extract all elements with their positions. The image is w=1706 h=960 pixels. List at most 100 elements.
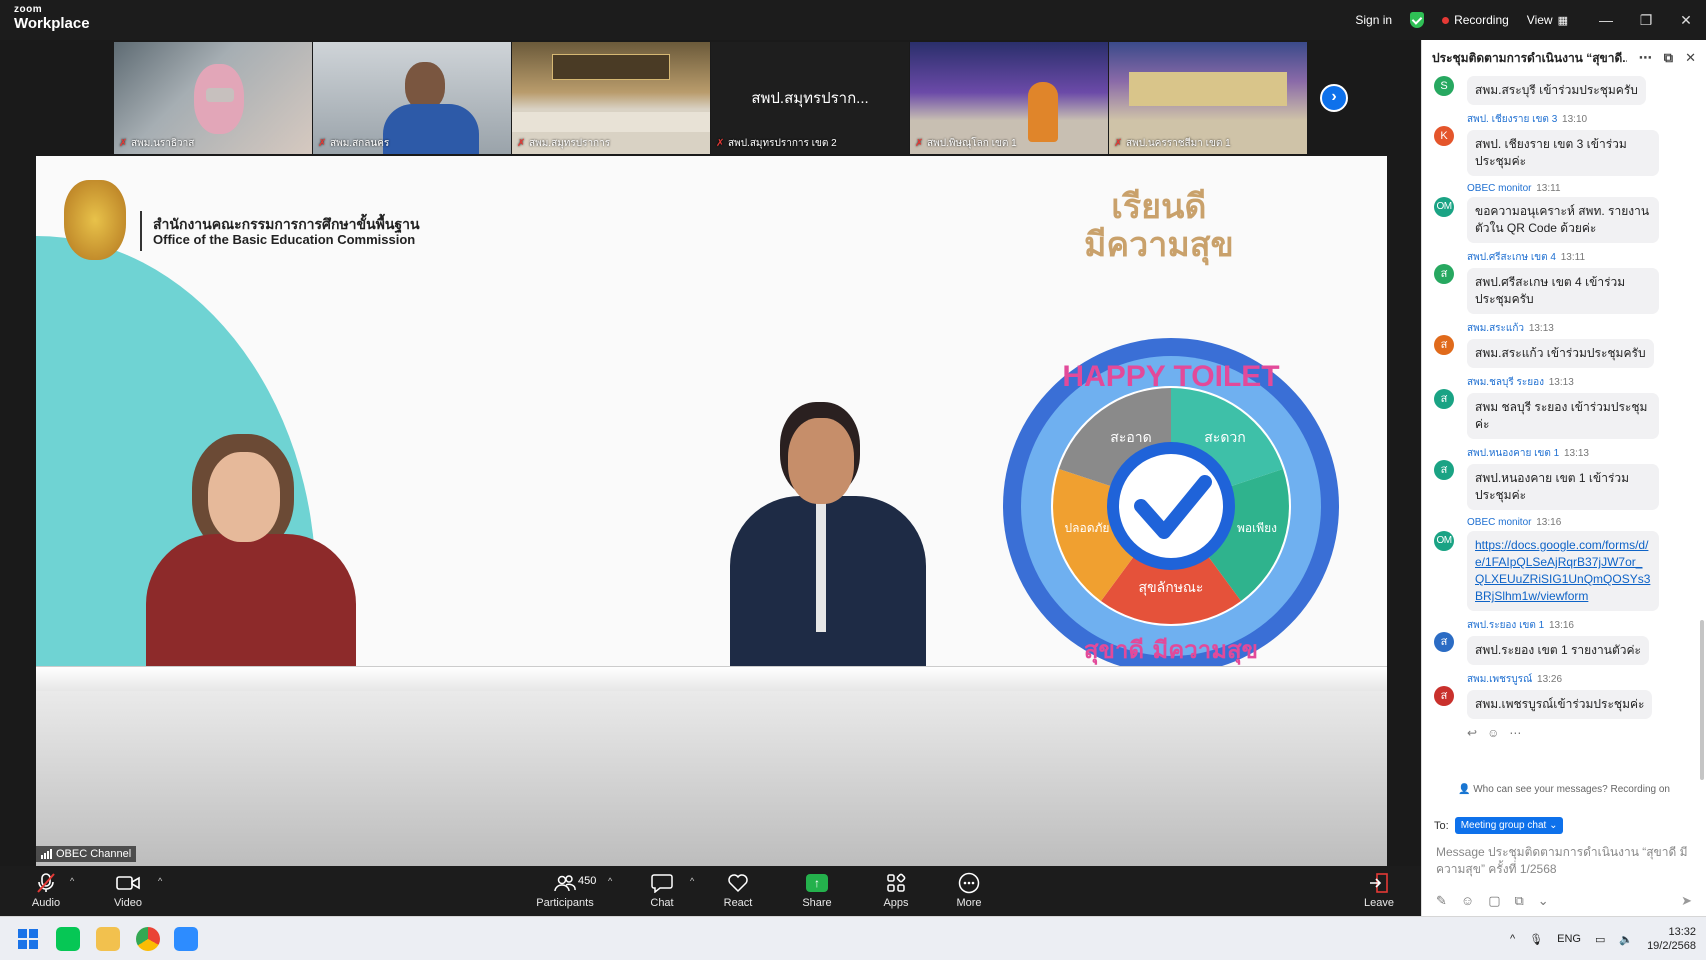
zoom-app-icon[interactable] [174,927,198,951]
video-options-chevron-icon[interactable]: ^ [158,876,162,886]
chat-options-chevron-icon[interactable]: ^ [690,876,694,886]
participant-tile[interactable]: ✗ สพม.สมุทรปราการ [512,42,710,154]
participant-tile[interactable]: ✗ สพป.พิษณุโลก เขต 1 [910,42,1108,154]
badge-bottom-text: สุขาดี มีความสุข [1084,636,1258,666]
network-icon[interactable]: ▭ [1595,933,1605,946]
message-sender: สพป.ศรีสะเกษ เขต 4 13:11 [1467,252,1586,263]
next-page-button[interactable]: › [1320,84,1348,112]
badge-segment: สะดวก [1204,430,1246,446]
apps-button[interactable]: Apps [864,870,928,909]
format-icon[interactable]: ✎ [1436,893,1447,909]
participant-tile[interactable]: ✗ สพม.สกลนคร [313,42,511,154]
tray-chevron-icon[interactable]: ^ [1510,933,1515,945]
title-bar: zoom Workplace Sign in Recording View ▦ —… [0,0,1706,40]
chat-bubble-icon [630,870,694,896]
chat-messages[interactable]: S สพม.สระบุรี เข้าร่วมประชุมครับ K สพป. … [1422,76,1701,804]
emoji-icon[interactable]: ☺ [1461,893,1474,909]
message-sender: สพป. เชียงราย เขต 3 13:10 [1467,114,1588,125]
participants-options-chevron-icon[interactable]: ^ [608,876,612,886]
leave-label: Leave [1364,897,1394,909]
badge-segment: พอเพียง [1237,521,1277,535]
tile-center-name: สพป.สมุทรปราก... [751,90,869,107]
recording-indicator[interactable]: Recording [1442,13,1509,27]
emoji-react-icon[interactable]: ☺ [1487,726,1499,740]
speaker-left-face [208,452,280,542]
more-options-icon[interactable]: ⋯ [1639,50,1652,66]
message-input[interactable]: Message ประชุมติดตามการดำเนินงาน “สุขาดี… [1436,844,1694,878]
chat-label: Chat [650,897,674,909]
avatar: S [1434,76,1454,96]
leave-button[interactable]: Leave [1347,870,1411,909]
chat-message: ส สพม.เพชรบูรณ์ 13:26 สพม.เพชรบูรณ์เข้าร… [1422,672,1701,719]
muted-mic-icon: ✗ [119,137,128,149]
person-icon: 👤 [1457,784,1471,795]
audio-options-chevron-icon[interactable]: ^ [70,876,74,886]
participant-tile[interactable]: สพป.สมุทรปราก... ✗ สพป.สมุทรปราการ เขต 2 [711,42,909,154]
file-icon[interactable]: ▢ [1488,893,1500,909]
participants-label: Participants [536,897,594,909]
minimize-button[interactable]: — [1586,12,1626,28]
message-sender: สพม.สระแก้ว 13:13 [1467,323,1554,334]
pop-out-icon[interactable]: ⧉ [1664,50,1673,66]
brand-top: zoom [14,4,43,15]
badge-top-text: HAPPY TOILET [1062,360,1279,393]
share-label: Share [802,897,832,909]
clock-time: 13:32 [1668,926,1696,938]
participant-strip: ✗ สพม.นราธิวาส ✗ สพม.สกลนคร ✗ สพม.สมุทรปราก… [114,42,1307,154]
message-link[interactable]: https://docs.google.com/forms/d/e/1FAIpQ… [1467,531,1659,611]
studio-floor [36,691,1387,866]
message-text: สพป.หนองคาย เขต 1 เข้าร่วมประชุมค่ะ [1467,464,1659,510]
badge-segment: ปลอดภัย [1065,521,1110,535]
speaker-center-shirt [816,502,826,632]
message-text: สพป.ศรีสะเกษ เขต 4 เข้าร่วมประชุมครับ [1467,268,1659,314]
message-text: สพม.สระแก้ว เข้าร่วมประชุมครับ [1467,339,1654,368]
privacy-note[interactable]: 👤 Who can see your messages? Recording o… [1422,784,1706,795]
chat-title: ประชุมติดตามการดำเนินงาน “สุขาดี... [1432,50,1627,65]
share-button[interactable]: ↑ Share [785,870,849,909]
chat-button[interactable]: Chat [630,870,694,909]
react-button[interactable]: React [706,870,770,909]
participant-tile[interactable]: ✗ สพป.นครราชสีมา เขต 1 [1109,42,1307,154]
chrome-icon[interactable] [136,927,160,951]
file-explorer-icon[interactable] [96,927,120,951]
microphone-icon[interactable]: 🎙 [1529,933,1543,946]
tile-label: ✗ สพม.นราธิวาส [119,137,195,149]
volume-icon[interactable]: 🔈 [1619,933,1633,946]
badge-segment: สุขลักษณะ [1139,580,1204,596]
encryption-shield-icon[interactable] [1410,12,1425,28]
send-icon[interactable]: ➤ [1681,893,1692,909]
message-text: ขอความอนุเคราะห์ สพท. รายงานตัวใน QR Cod… [1467,197,1659,243]
sign-in-button[interactable]: Sign in [1355,13,1392,27]
screenshot-icon[interactable]: ⧉ [1514,893,1523,909]
chat-message: ส สพม.ชลบุรี ระยอง 13:13 สพม ชลบุรี ระยอ… [1422,375,1701,439]
recipient-select[interactable]: Meeting group chat ⌄ [1454,817,1564,834]
view-button[interactable]: View ▦ [1527,13,1568,27]
reply-icon[interactable]: ↩ [1467,726,1477,740]
sign-in-label: Sign in [1355,13,1393,27]
video-button[interactable]: Video [96,870,160,909]
avatar: OM [1434,197,1454,217]
apps-label: Apps [883,897,909,909]
avatar: ส [1434,686,1454,706]
language-indicator[interactable]: ENG [1557,933,1581,945]
restore-button[interactable]: ❐ [1626,12,1666,29]
chat-panel: ประชุมติดตามการดำเนินงาน “สุขาดี... ⋯ ⧉ … [1421,40,1706,916]
more-actions-icon[interactable]: ⋯ [1509,726,1521,740]
chat-message: ส สพป.ศรีสะเกษ เขต 4 13:11 สพป.ศรีสะเกษ … [1422,250,1701,314]
avatar: ส [1434,264,1454,284]
clock[interactable]: 13:32 19/2/2568 [1647,925,1696,953]
leave-door-icon [1347,870,1411,896]
avatar: ส [1434,389,1454,409]
speaker-name-tag: OBEC Channel [36,846,137,862]
audio-button[interactable]: Audio [14,870,78,909]
windows-start-icon[interactable] [16,927,40,951]
chat-scrollbar[interactable] [1700,620,1704,780]
muted-mic-icon: ✗ [318,137,327,149]
more-button[interactable]: More [937,870,1001,909]
close-icon[interactable]: ✕ [1685,50,1696,66]
line-app-icon[interactable] [56,927,80,951]
close-window-button[interactable]: ✕ [1666,12,1706,29]
more-compose-chevron-icon[interactable]: ⌄ [1538,893,1549,909]
participant-tile[interactable]: ✗ สพม.นราธิวาส [114,42,312,154]
muted-mic-icon: ✗ [517,137,526,149]
